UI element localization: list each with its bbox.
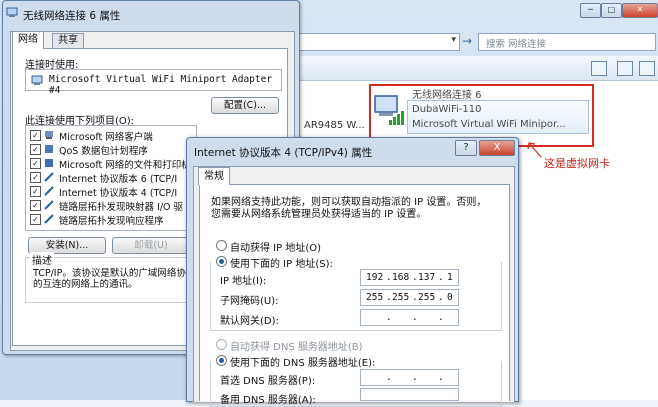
checkbox[interactable]: ✓ (30, 158, 41, 169)
components-list[interactable]: ✓ Microsoft 网络客户端 ✓ QoS 数据包计划程序 ✓ Microsoft… (25, 125, 197, 231)
view-options-icon[interactable] (591, 61, 607, 76)
search-placeholder: 搜索 网络连接 (486, 39, 547, 50)
uninstall-button[interactable]: 卸载(U) (112, 237, 190, 254)
search-box[interactable]: 搜索 网络连接 (478, 33, 656, 51)
file-sharing-icon (45, 159, 53, 167)
annotation-arrow-icon (527, 142, 542, 158)
intro-line-2: 您需要从网络系统管理员处获得适当的 IP 设置。 (211, 209, 427, 220)
auto-dns-label: 自动获得 DNS 服务器地址(B) (230, 342, 363, 353)
alternate-dns-input[interactable] (360, 388, 459, 401)
virtual-adapter-annotation: 这是虚拟网卡 (544, 157, 610, 170)
address-bar[interactable]: ▾ (296, 33, 460, 51)
description-line-1: TCP/IP。该协议是默认的广域网络协 (33, 268, 186, 279)
alternate-dns-label: 备用 DNS 服务器(A): (220, 395, 316, 406)
gateway-input[interactable]: . . . (360, 309, 459, 326)
auto-ip-radio[interactable] (216, 240, 227, 251)
auto-dns-radio[interactable] (216, 339, 227, 350)
close-button[interactable]: ✕ (622, 3, 658, 18)
protocol-icon (44, 214, 54, 224)
network-icon (6, 7, 18, 17)
manual-dns-radio[interactable] (216, 355, 227, 366)
help-icon[interactable] (639, 61, 655, 76)
dialog2-title: Internet 协议版本 4 (TCP/IPv4) 属性 (194, 147, 373, 159)
protocol-icon (44, 172, 54, 182)
description-line-2: 的互连的网络上的通讯。 (33, 279, 138, 290)
checkbox[interactable]: ✓ (30, 130, 41, 141)
forward-arrow-icon[interactable]: → (460, 33, 474, 49)
minimize-button[interactable]: ─ (580, 3, 601, 18)
configure-button[interactable]: 配置(C)... (211, 97, 279, 114)
client-icon (45, 131, 53, 139)
checkbox[interactable]: ✓ (30, 144, 41, 155)
maximize-button[interactable]: □ (601, 3, 622, 18)
tab-general[interactable]: 常规 (198, 167, 230, 185)
protocol-icon (44, 200, 54, 210)
manual-ip-label: 使用下面的 IP 地址(S): (230, 255, 336, 270)
manual-ip-radio[interactable] (216, 256, 227, 267)
adapter-item-partial[interactable]: AR9485 W... (304, 120, 365, 131)
ip-address-input[interactable]: 192 . 168 . 137 . 1 (360, 269, 459, 286)
preview-pane-icon[interactable] (617, 61, 633, 76)
chevron-down-icon[interactable]: ▾ (451, 35, 456, 45)
close-button[interactable]: X (479, 140, 515, 156)
checkbox[interactable]: ✓ (30, 200, 41, 211)
connection-device: Microsoft Virtual WiFi Minipor... (412, 119, 566, 130)
preferred-dns-input[interactable]: . . . (360, 369, 459, 386)
qos-icon (45, 145, 53, 153)
dialog1-title: 无线网络连接 6 属性 (23, 10, 121, 22)
preferred-dns-label: 首选 DNS 服务器(P): (220, 376, 316, 387)
gateway-label: 默认网关(D): (220, 316, 279, 327)
tab-network[interactable]: 网络 (12, 31, 44, 49)
manual-dns-label: 使用下面的 DNS 服务器地址(E): (230, 354, 379, 369)
adapter-field: Microsoft Virtual WiFi Miniport Adapter … (25, 69, 282, 96)
ip-address-label: IP 地址(I): (220, 276, 267, 287)
checkbox[interactable]: ✓ (30, 186, 41, 197)
connection-ssid: DubaWiFi-110 (412, 104, 482, 115)
tab-sharing[interactable]: 共享 (52, 33, 84, 48)
subnet-mask-label: 子网掩码(U): (220, 296, 279, 307)
connection-name: 无线网络连接 6 (412, 90, 482, 101)
description-label: 描述 (30, 252, 54, 267)
checkbox[interactable]: ✓ (30, 214, 41, 225)
adapter-name: Microsoft Virtual WiFi Miniport Adapter … (49, 74, 273, 96)
network-adapter-icon (374, 95, 404, 125)
checkbox[interactable]: ✓ (30, 172, 41, 183)
auto-ip-label: 自动获得 IP 地址(O) (230, 243, 322, 254)
subnet-mask-input[interactable]: 255 . 255 . 255 . 0 (360, 289, 459, 306)
protocol-icon (44, 186, 54, 196)
help-button[interactable]: ? (455, 140, 477, 156)
adapter-icon (31, 75, 43, 85)
